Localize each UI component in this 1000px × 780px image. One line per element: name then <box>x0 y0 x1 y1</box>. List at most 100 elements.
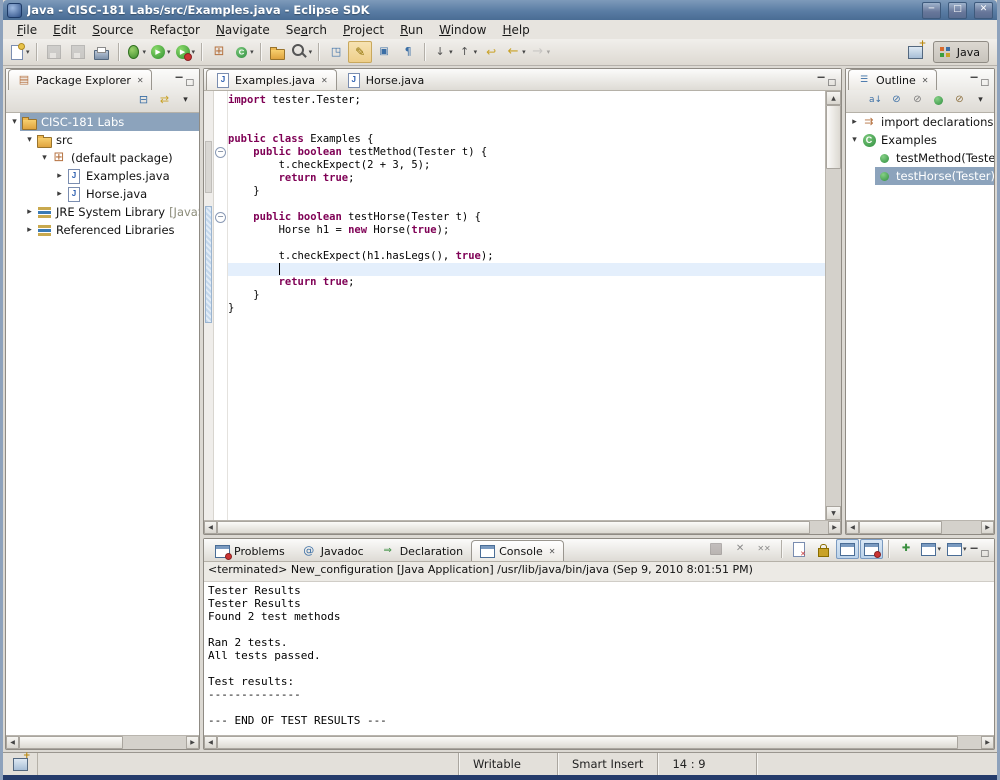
save-button[interactable] <box>42 41 66 63</box>
outline-item-testhorse-tester-[interactable]: testHorse(Tester) <box>846 167 994 185</box>
previous-annotation-button[interactable]: ↑▾ <box>455 41 480 63</box>
dropdown-arrow-icon[interactable]: ▾ <box>250 48 254 56</box>
code-line[interactable]: import tester.Tester; <box>228 94 825 107</box>
scroll-thumb[interactable] <box>217 736 958 749</box>
dropdown-arrow-icon[interactable]: ▾ <box>143 48 147 56</box>
project-item-cisc-181-labs[interactable]: ▾CISC-181 Labs <box>6 113 199 131</box>
close-icon[interactable]: ✕ <box>549 547 556 556</box>
remove-launch-button[interactable]: ✕ <box>729 539 752 559</box>
collapse-arrow-icon[interactable]: ▾ <box>39 153 50 163</box>
expand-arrow-icon[interactable]: ▸ <box>54 171 65 181</box>
dropdown-arrow-icon[interactable]: ▾ <box>192 48 196 56</box>
close-icon[interactable]: ✕ <box>321 76 328 85</box>
scroll-right-arrow[interactable]: ▶ <box>981 736 994 749</box>
project-item-jre-system-library[interactable]: ▸JRE System Library [JavaSE- <box>6 203 199 221</box>
code-line[interactable]: public boolean testMethod(Tester t) { <box>228 146 825 159</box>
menu-project[interactable]: Project <box>335 21 392 39</box>
code-line[interactable] <box>228 237 825 250</box>
outline-item-import-declarations[interactable]: ▸⇉import declarations <box>846 113 994 131</box>
project-item-horse-java[interactable]: ▸Horse.java <box>6 185 199 203</box>
search-button[interactable]: ▾ <box>290 41 315 63</box>
window-close-button[interactable]: ✕ <box>974 2 993 19</box>
code-line[interactable] <box>228 263 825 276</box>
sort-button[interactable]: a↓ <box>866 92 885 109</box>
toggle-annotations-button[interactable]: ◳ <box>324 41 348 63</box>
dropdown-arrow-icon[interactable]: ▾ <box>522 48 526 56</box>
menu-window[interactable]: Window <box>431 21 494 39</box>
dropdown-arrow-icon[interactable]: ▾ <box>167 48 171 56</box>
menu-refactor[interactable]: Refactor <box>142 21 208 39</box>
scroll-down-arrow[interactable]: ▼ <box>826 506 841 520</box>
scroll-up-arrow[interactable]: ▲ <box>826 91 841 105</box>
show-selected-element-button[interactable]: ▣ <box>372 41 396 63</box>
remove-all-terminated-button[interactable]: ✕✕ <box>753 539 776 559</box>
tab-problems[interactable]: Problems <box>206 540 293 561</box>
run-button[interactable]: ▾ <box>148 41 173 63</box>
fold-collapse-icon[interactable]: − <box>215 147 226 158</box>
menu-navigate[interactable]: Navigate <box>208 21 278 39</box>
editor-tab-examples-java[interactable]: Examples.java✕ <box>206 69 337 90</box>
window-maximize-button[interactable]: □ <box>948 2 967 19</box>
scroll-thumb[interactable] <box>826 105 841 169</box>
folding-ruler[interactable]: −− <box>214 91 228 520</box>
java-perspective-button[interactable]: Java <box>933 41 989 63</box>
window-minimize-button[interactable]: ─ <box>922 2 941 19</box>
dropdown-arrow-icon[interactable]: ▾ <box>547 48 551 56</box>
maximize-button[interactable]: □ <box>185 78 194 88</box>
display-selected-console-button[interactable]: ▾ <box>919 539 944 559</box>
code-line[interactable]: } <box>228 185 825 198</box>
maximize-button[interactable]: □ <box>980 549 989 559</box>
hide-non-public-members-button[interactable] <box>929 92 948 109</box>
code-line[interactable]: Horse h1 = new Horse(true); <box>228 224 825 237</box>
view-menu-button[interactable]: ▾ <box>971 92 990 109</box>
show-console-on-stdout-button[interactable] <box>836 539 859 559</box>
code-line[interactable]: public class Examples { <box>228 133 825 146</box>
scroll-right-arrow[interactable]: ▶ <box>828 521 841 534</box>
collapse-all-button[interactable]: ⊟ <box>134 92 153 109</box>
open-console-button[interactable]: ▾ <box>944 539 969 559</box>
close-icon[interactable]: ✕ <box>137 76 144 85</box>
scroll-track[interactable] <box>19 736 186 749</box>
clear-console-button[interactable] <box>788 539 811 559</box>
code-line[interactable]: t.checkExpect(2 + 3, 5); <box>228 159 825 172</box>
outline-item-testmethod-tester-[interactable]: testMethod(Tester) <box>846 149 994 167</box>
menu-search[interactable]: Search <box>278 21 335 39</box>
expand-arrow-icon[interactable]: ▸ <box>24 225 35 235</box>
back-button[interactable]: ←▾ <box>503 41 528 63</box>
tab-javadoc[interactable]: @Javadoc <box>293 540 372 561</box>
tab-outline[interactable]: ☰Outline✕ <box>848 69 937 90</box>
hide-fields-button[interactable]: ⊘ <box>887 92 906 109</box>
collapse-arrow-icon[interactable]: ▾ <box>24 135 35 145</box>
tab-package-explorer[interactable]: ▤Package Explorer✕ <box>8 69 152 90</box>
hide-local-types-button[interactable]: ⊘ <box>950 92 969 109</box>
scroll-left-arrow[interactable]: ◀ <box>204 736 217 749</box>
save-all-button[interactable] <box>66 41 90 63</box>
scroll-thumb[interactable] <box>19 736 123 749</box>
expand-arrow-icon[interactable]: ▸ <box>849 117 860 127</box>
menu-run[interactable]: Run <box>392 21 431 39</box>
code-line[interactable] <box>228 120 825 133</box>
dropdown-arrow-icon[interactable]: ▾ <box>474 48 478 56</box>
outline-item-examples[interactable]: ▾Examples <box>846 131 994 149</box>
minimize-button[interactable]: ▔ <box>818 78 825 88</box>
collapse-arrow-icon[interactable]: ▾ <box>849 135 860 145</box>
view-menu-button[interactable]: ▾ <box>176 92 195 109</box>
annotation-ruler[interactable] <box>204 91 214 520</box>
scroll-track[interactable] <box>217 736 981 749</box>
dropdown-arrow-icon[interactable]: ▾ <box>309 48 313 56</box>
minimize-button[interactable]: ▔ <box>176 78 183 88</box>
scroll-left-arrow[interactable]: ◀ <box>204 521 217 534</box>
fold-collapse-icon[interactable]: − <box>215 212 226 223</box>
tab-console[interactable]: Console✕ <box>471 540 563 561</box>
scroll-thumb[interactable] <box>217 521 810 534</box>
code-line[interactable]: t.checkExpect(h1.hasLegs(), true); <box>228 250 825 263</box>
fast-view-button[interactable] <box>3 753 38 775</box>
window-titlebar[interactable]: Java - CISC-181 Labs/src/Examples.java -… <box>3 0 997 20</box>
open-type-button[interactable] <box>266 41 290 63</box>
open-perspective-button[interactable] <box>904 41 928 63</box>
code-line[interactable]: } <box>228 302 825 315</box>
minimize-button[interactable]: ▔ <box>971 78 978 88</box>
link-with-editor-button[interactable]: ⇄ <box>155 92 174 109</box>
expand-arrow-icon[interactable]: ▸ <box>54 189 65 199</box>
mark-occurrences-button[interactable]: ✎ <box>348 41 372 63</box>
